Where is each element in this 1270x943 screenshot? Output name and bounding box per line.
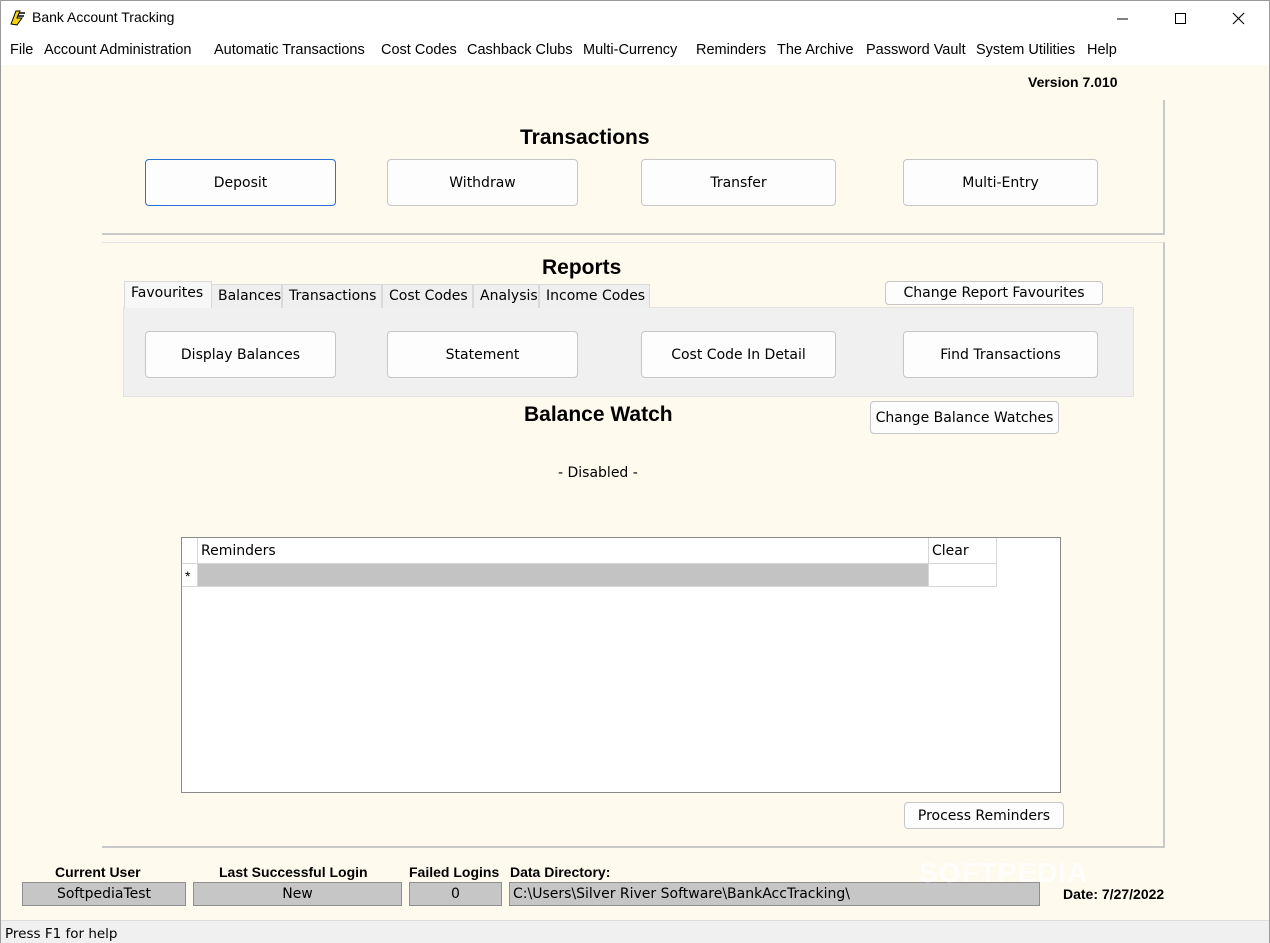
balance-watch-status: - Disabled - — [558, 465, 638, 481]
tab-transactions[interactable]: Transactions — [282, 284, 382, 308]
minimize-icon — [1117, 18, 1128, 20]
maximize-icon — [1175, 13, 1186, 24]
menu-cashback-clubs[interactable]: Cashback Clubs — [467, 42, 573, 58]
reports-title: Reports — [542, 256, 622, 279]
menu-help[interactable]: Help — [1087, 42, 1117, 58]
tab-favourites[interactable]: Favourites — [124, 281, 212, 308]
current-user-field: SoftpediaTest — [22, 882, 186, 906]
find-transactions-button[interactable]: Find Transactions — [903, 331, 1098, 378]
close-button[interactable] — [1210, 1, 1268, 35]
process-reminders-button[interactable]: Process Reminders — [904, 802, 1064, 829]
maximize-button[interactable] — [1152, 1, 1210, 35]
last-login-field: New — [193, 882, 402, 906]
transfer-button[interactable]: Transfer — [641, 159, 836, 206]
version-label: Version 7.010 — [1028, 74, 1118, 90]
minimize-button[interactable] — [1094, 1, 1152, 35]
multi-entry-button[interactable]: Multi-Entry — [903, 159, 1098, 206]
app-window: Bank Account Tracking File Account Admin… — [0, 0, 1270, 943]
tab-cost-codes[interactable]: Cost Codes — [382, 284, 473, 308]
status-bar: Press F1 for help — [1, 920, 1269, 943]
data-directory-label: Data Directory: — [510, 864, 611, 880]
current-date: Date: 7/27/2022 — [1063, 886, 1165, 902]
current-user-label: Current User — [55, 864, 141, 880]
last-login-label: Last Successful Login — [219, 864, 368, 880]
help-hint: Press F1 for help — [5, 926, 118, 942]
statement-button[interactable]: Statement — [387, 331, 578, 378]
menu-reminders[interactable]: Reminders — [696, 42, 766, 58]
column-header-clear[interactable]: Clear — [929, 538, 997, 564]
bank-tracking-app-icon — [10, 10, 25, 26]
reminder-new-cell[interactable] — [198, 564, 929, 587]
column-header-reminders[interactable]: Reminders — [198, 538, 929, 564]
menu-bar: File Account Administration Automatic Tr… — [1, 35, 1269, 65]
window-title: Bank Account Tracking — [32, 9, 175, 25]
menu-file[interactable]: File — [10, 42, 33, 58]
failed-logins-field: 0 — [409, 882, 502, 906]
menu-password-vault[interactable]: Password Vault — [866, 42, 966, 58]
change-report-favourites-button[interactable]: Change Report Favourites — [885, 281, 1103, 305]
close-icon — [1232, 12, 1245, 25]
menu-cost-codes[interactable]: Cost Codes — [381, 42, 457, 58]
tab-analysis[interactable]: Analysis — [473, 284, 539, 308]
display-balances-button[interactable]: Display Balances — [145, 331, 336, 378]
menu-system-utilities[interactable]: System Utilities — [976, 42, 1075, 58]
tab-balances[interactable]: Balances — [211, 284, 282, 308]
menu-account-administration[interactable]: Account Administration — [44, 42, 192, 58]
softpedia-watermark: SOFTPEDIA — [919, 857, 1089, 888]
menu-the-archive[interactable]: The Archive — [777, 42, 854, 58]
menu-automatic-transactions[interactable]: Automatic Transactions — [214, 42, 365, 58]
menu-multi-currency[interactable]: Multi-Currency — [583, 42, 677, 58]
row-header-corner — [182, 538, 198, 564]
change-balance-watches-button[interactable]: Change Balance Watches — [870, 401, 1059, 434]
deposit-button[interactable]: Deposit — [145, 159, 336, 206]
title-bar: Bank Account Tracking — [1, 1, 1269, 35]
failed-logins-label: Failed Logins — [409, 864, 500, 880]
cost-code-in-detail-button[interactable]: Cost Code In Detail — [641, 331, 836, 378]
reminders-grid[interactable]: Reminders Clear * — [181, 537, 1061, 793]
withdraw-button[interactable]: Withdraw — [387, 159, 578, 206]
transactions-title: Transactions — [520, 126, 650, 149]
tab-income-codes[interactable]: Income Codes — [539, 284, 650, 308]
clear-new-cell[interactable] — [929, 564, 997, 587]
balance-watch-title: Balance Watch — [524, 403, 673, 426]
new-row-marker: * — [182, 564, 198, 587]
